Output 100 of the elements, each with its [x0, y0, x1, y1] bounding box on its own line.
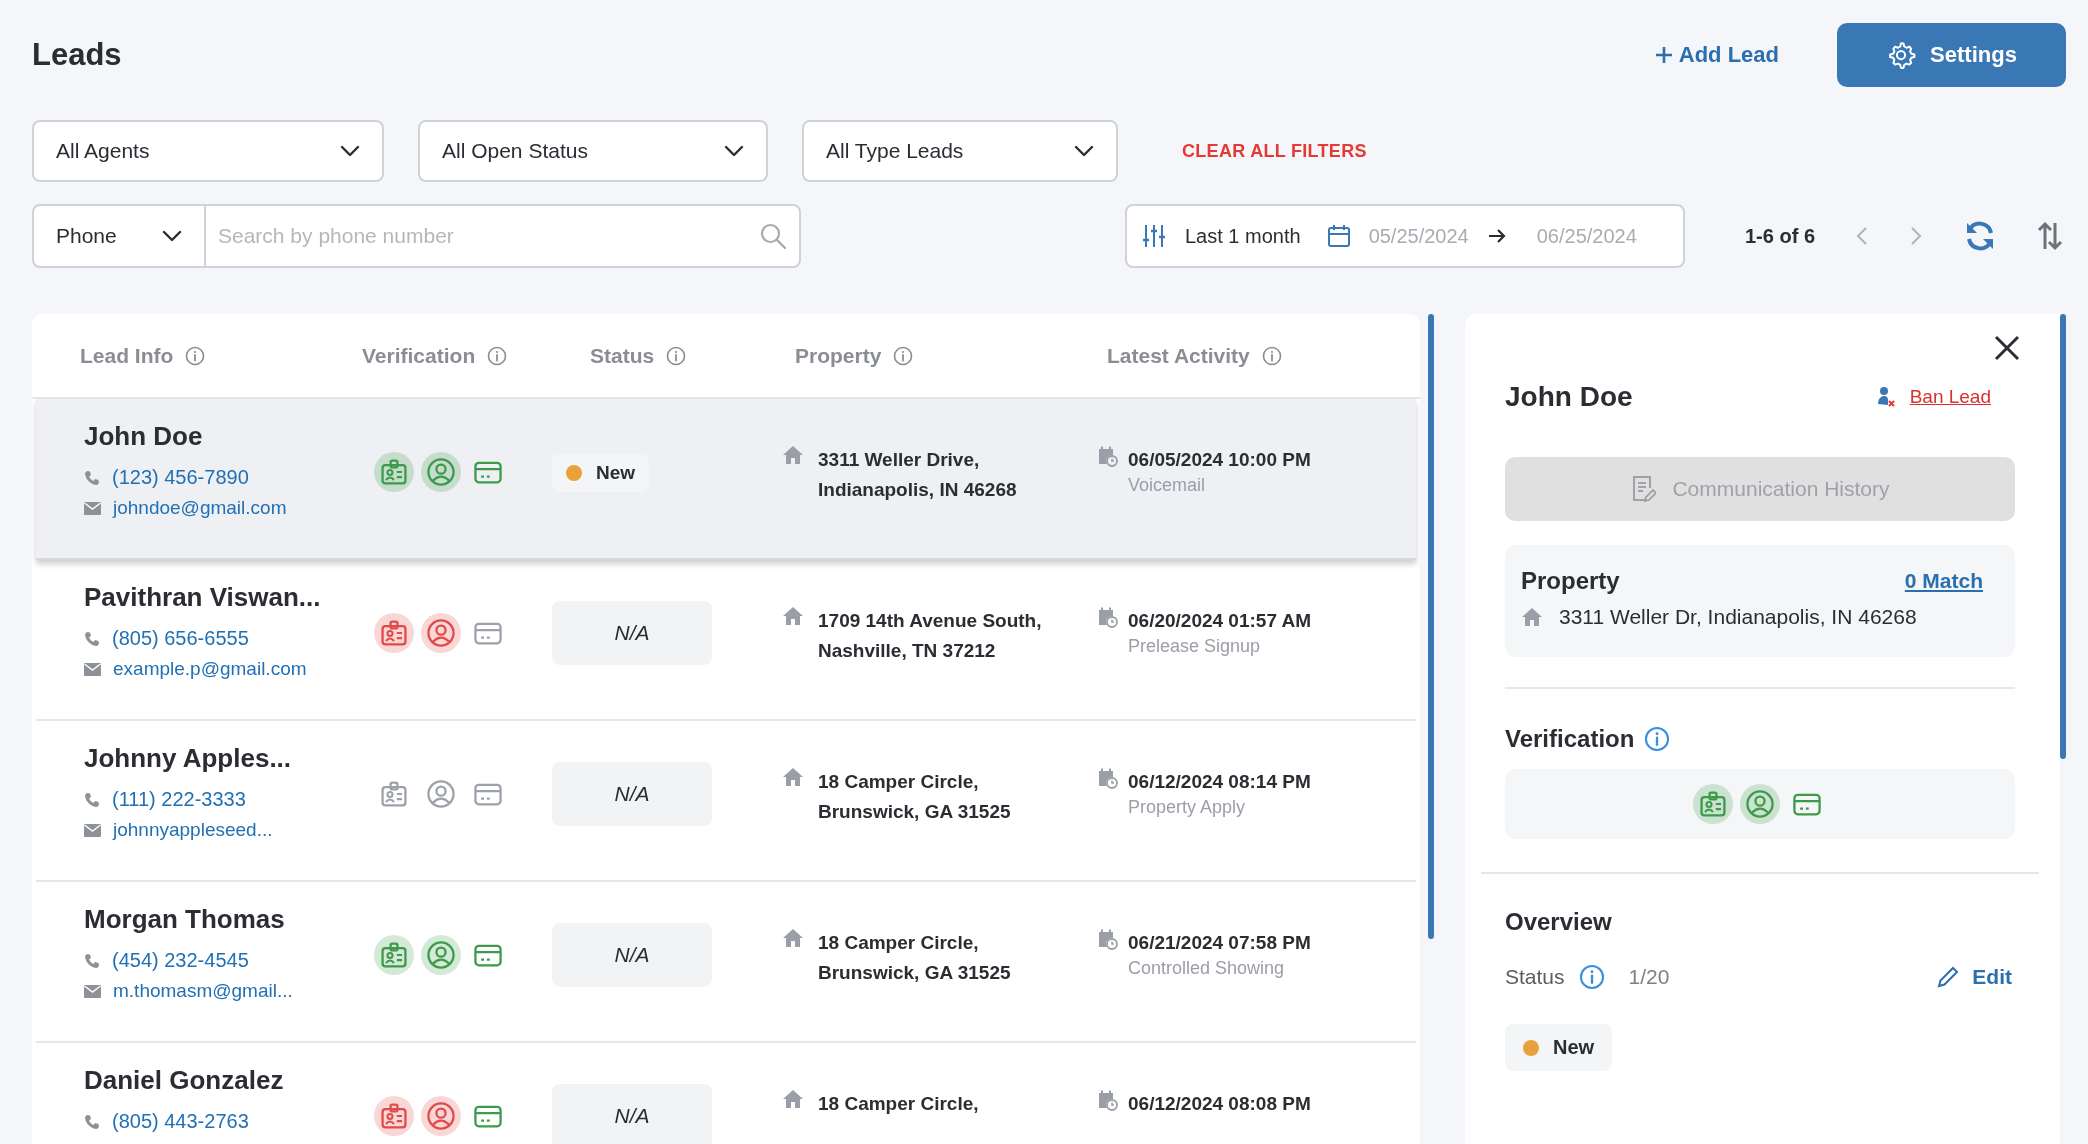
start-date: 05/25/2024 — [1368, 224, 1469, 248]
activity-time: 06/20/2024 01:57 AM — [1128, 609, 1312, 633]
lead-name: Pavithran Viswan... — [84, 582, 322, 613]
pencil-icon — [1936, 965, 1961, 989]
activity-time: 06/12/2024 08:14 PM — [1128, 770, 1311, 794]
lead-row[interactable]: Daniel Gonzalez (805) 443-2763 N/A 18 Camper Circle, 06/12/2024 08:08 PM — [36, 1043, 1416, 1144]
activity-type: Property Apply — [1128, 797, 1247, 818]
phone-link[interactable]: (454) 232-4545 — [112, 949, 249, 972]
calendar-clock-icon — [1096, 445, 1118, 467]
chevron-right-icon[interactable] — [1909, 225, 1924, 247]
filter-dropdown[interactable]: All Agents — [32, 120, 384, 182]
clear-filters-link[interactable]: CLEAR ALL FILTERS — [1176, 139, 1373, 163]
status-placeholder: N/A — [552, 1084, 712, 1144]
ban-lead-link[interactable]: Ban Lead — [1909, 386, 1991, 408]
activity-type: Controlled Showing — [1128, 958, 1286, 979]
phone-link[interactable]: (123) 456-7890 — [112, 466, 249, 489]
plus-icon — [1654, 46, 1673, 64]
scrollbar[interactable] — [1428, 314, 1434, 939]
phone-icon — [84, 469, 100, 486]
lead-row[interactable]: Pavithran Viswan... (805) 656-6555 example.p@gmail.com N/A 1709 14th Avenue South, Nashville, TN 37212 06/20/2024 01:57 AM Prelease Signup — [36, 560, 1416, 721]
lead-row[interactable]: John Doe (123) 456-7890 johndoe@gmail.com New 3311 Weller Drive, Indianapolis, IN 46268 06/05/2024 10:00 PM Voicemail — [36, 399, 1416, 560]
status-placeholder: N/A — [552, 601, 712, 665]
chevron-left-icon[interactable] — [1855, 225, 1870, 247]
status-badge: New — [552, 454, 650, 492]
info-icon[interactable] — [1261, 345, 1282, 366]
email-link[interactable]: m.thomasm@gmail... — [113, 980, 293, 1002]
lead-row[interactable]: Johnny Apples... (111) 222-3333 johnnyappleseed... N/A 18 Camper Circle, Brunswick, GA 31525 06/12/2024 08:14 PM Property Apply — [36, 721, 1416, 882]
lead-name: Morgan Thomas — [84, 904, 286, 935]
status-placeholder: N/A — [552, 762, 712, 826]
phone-icon — [84, 630, 100, 647]
calendar-clock-icon — [1096, 1089, 1118, 1111]
email-link[interactable]: example.p@gmail.com — [113, 658, 307, 680]
phone-link[interactable]: (111) 222-3333 — [112, 788, 246, 811]
calendar-clock-icon — [1096, 767, 1118, 789]
scrollbar[interactable] — [2060, 314, 2066, 759]
lead-name: Johnny Apples... — [84, 743, 293, 774]
settings-icon — [1886, 40, 1917, 70]
sliders-icon — [1141, 223, 1167, 249]
search-field[interactable]: Search by phone number — [206, 204, 801, 268]
document-edit-icon — [1630, 475, 1657, 503]
email-link[interactable]: johndoe@gmail.com — [113, 497, 287, 519]
page-title: Leads — [32, 37, 123, 73]
edit-button[interactable]: Edit — [1930, 964, 2018, 990]
address-line: 3311 Weller Drive, — [818, 448, 981, 472]
activity-time: 06/12/2024 08:08 PM — [1128, 1092, 1311, 1116]
activity-time: 06/05/2024 10:00 PM — [1128, 448, 1311, 472]
column-header: Lead Info — [80, 343, 174, 368]
arrow-right-icon — [1486, 228, 1507, 244]
info-icon[interactable] — [1644, 726, 1671, 752]
activity-type: Prelease Signup — [1128, 636, 1262, 657]
house-icon — [782, 1089, 804, 1109]
info-icon[interactable] — [1578, 964, 1605, 990]
search-icon[interactable] — [759, 222, 787, 250]
phone-link[interactable]: (805) 656-6555 — [112, 627, 249, 650]
search-type-dropdown[interactable]: Phone — [32, 204, 206, 268]
pagination-range: 1-6 of 6 — [1745, 224, 1816, 248]
section-title: Property — [1521, 567, 1620, 595]
house-icon — [782, 767, 804, 787]
calendar-icon — [1326, 224, 1351, 248]
envelope-icon — [84, 501, 101, 515]
info-icon[interactable] — [487, 345, 508, 366]
match-link[interactable]: 0 Match — [1904, 569, 1983, 593]
filter-dropdown[interactable]: All Open Status — [418, 120, 768, 182]
address-line: 18 Camper Circle, — [818, 1092, 979, 1116]
status-count: 1/20 — [1628, 965, 1671, 989]
section-title: Verification — [1505, 725, 1635, 753]
activity-time: 06/21/2024 07:58 PM — [1128, 931, 1311, 955]
lead-name: John Doe — [84, 421, 204, 452]
email-link[interactable]: johnnyappleseed... — [113, 819, 273, 841]
house-icon — [782, 606, 804, 626]
address-line: 18 Camper Circle, — [818, 770, 980, 794]
info-icon[interactable] — [893, 345, 914, 366]
end-date: 06/25/2024 — [1536, 224, 1637, 248]
address-line: 18 Camper Circle, — [818, 931, 980, 955]
status-badge: New — [1505, 1024, 1613, 1071]
calendar-clock-icon — [1096, 606, 1118, 628]
settings-button[interactable]: Settings — [1837, 23, 2066, 87]
column-header: Latest Activity — [1107, 343, 1250, 368]
date-range-picker[interactable]: Last 1 month 05/25/2024 06/25/2024 — [1125, 204, 1685, 268]
lead-row[interactable]: Morgan Thomas (454) 232-4545 m.thomasm@gmail... N/A 18 Camper Circle, Brunswick, GA 31525 06/21/2024 07:58 PM Controlled Showing — [36, 882, 1416, 1043]
property-address: 3311 Weller Dr, Indianapolis, IN 46268 — [1559, 605, 1917, 629]
phone-link[interactable]: (805) 443-2763 — [112, 1110, 249, 1133]
sort-icon[interactable] — [2037, 221, 2064, 251]
column-header: Verification — [362, 343, 476, 368]
status-placeholder: N/A — [552, 923, 712, 987]
address-line: Brunswick, GA 31525 — [818, 961, 1011, 985]
date-preset: Last 1 month — [1185, 224, 1301, 248]
info-icon[interactable] — [666, 345, 687, 366]
add-lead-button[interactable]: Add Lead — [1648, 41, 1785, 69]
column-header: Property — [795, 343, 882, 368]
envelope-icon — [84, 662, 101, 676]
info-icon[interactable] — [185, 345, 206, 366]
filter-dropdown[interactable]: All Type Leads — [802, 120, 1118, 182]
user-x-icon — [1875, 386, 1896, 408]
column-header: Status — [590, 343, 655, 368]
lead-name: Daniel Gonzalez — [84, 1065, 285, 1096]
house-icon — [782, 928, 804, 948]
status-label: Status — [1505, 965, 1565, 989]
envelope-icon — [84, 823, 101, 837]
phone-icon — [84, 1113, 100, 1130]
